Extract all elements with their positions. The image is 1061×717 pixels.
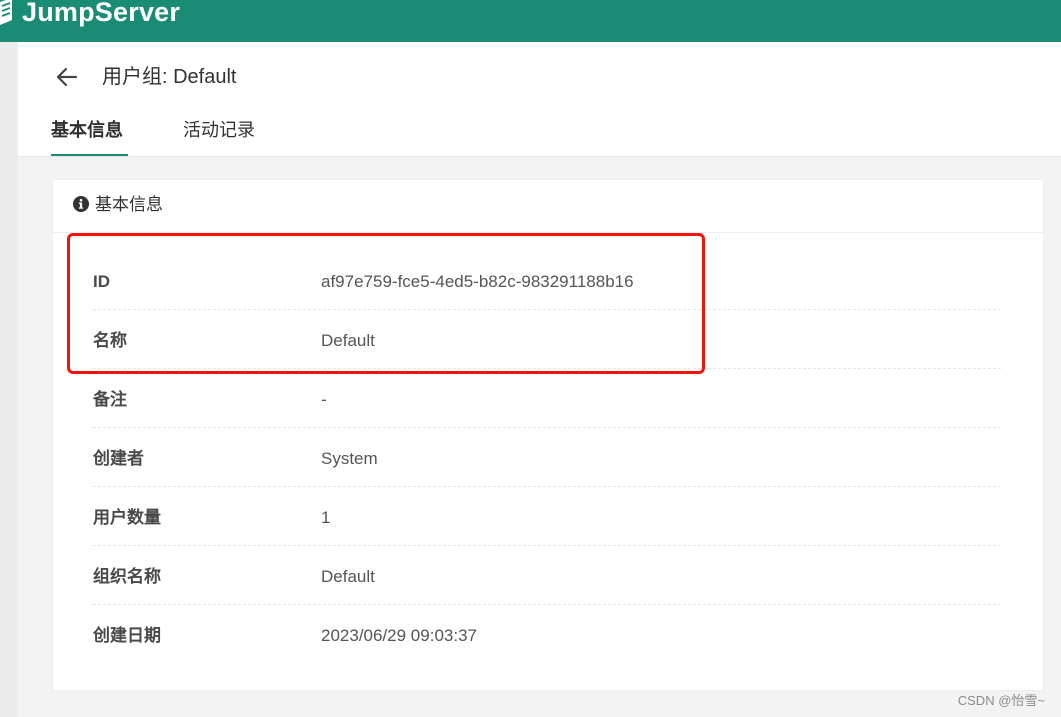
tab-activity-log[interactable]: 活动记录 <box>183 118 255 142</box>
brand-name: JumpServer <box>22 0 181 27</box>
row-value: 1 <box>321 508 331 527</box>
arrow-left-icon <box>56 67 78 87</box>
detail-row-created-by: 创建者 System <box>93 428 1001 487</box>
row-value: Default <box>321 331 375 350</box>
back-button[interactable] <box>54 64 80 90</box>
brand-logo[interactable]: JumpServer <box>0 0 180 30</box>
detail-row-org-name: 组织名称 Default <box>93 546 1001 605</box>
row-value: - <box>321 390 327 409</box>
detail-row-user-count: 用户数量 1 <box>93 487 1001 546</box>
page-header: 用户组: Default 基本信息 活动记录 <box>18 42 1061 157</box>
active-tab-indicator <box>51 154 128 156</box>
page-title: 用户组: Default <box>102 66 237 88</box>
tab-basic-info[interactable]: 基本信息 <box>51 118 123 142</box>
top-navbar: JumpServer <box>0 0 1061 42</box>
row-label: 创建日期 <box>93 626 161 645</box>
info-circle-icon <box>73 196 89 212</box>
row-value: Default <box>321 567 375 586</box>
row-value: 2023/06/29 09:03:37 <box>321 626 477 645</box>
row-label: 用户数量 <box>93 508 161 527</box>
row-label: 备注 <box>93 390 127 409</box>
basic-info-card: 基本信息 ID af97e759-fce5-4ed5-b82c-98329118… <box>52 179 1044 691</box>
row-value: System <box>321 449 378 468</box>
row-label: ID <box>93 272 110 291</box>
card-title: 基本信息 <box>95 195 163 214</box>
detail-row-id: ID af97e759-fce5-4ed5-b82c-983291188b16 <box>93 251 1001 310</box>
card-header: 基本信息 <box>53 180 1043 233</box>
row-value: af97e759-fce5-4ed5-b82c-983291188b16 <box>321 272 634 291</box>
jumpserver-logo-icon <box>0 0 12 25</box>
watermark: CSDN @怡雪~ <box>957 693 1045 708</box>
sidebar-collapsed <box>0 42 18 717</box>
detail-list: ID af97e759-fce5-4ed5-b82c-983291188b16 … <box>93 251 1001 663</box>
detail-row-date-created: 创建日期 2023/06/29 09:03:37 <box>93 605 1001 663</box>
row-label: 名称 <box>93 331 127 350</box>
row-label: 创建者 <box>93 449 144 468</box>
row-label: 组织名称 <box>93 567 161 586</box>
detail-row-comment: 备注 - <box>93 369 1001 428</box>
detail-row-name: 名称 Default <box>93 310 1001 369</box>
